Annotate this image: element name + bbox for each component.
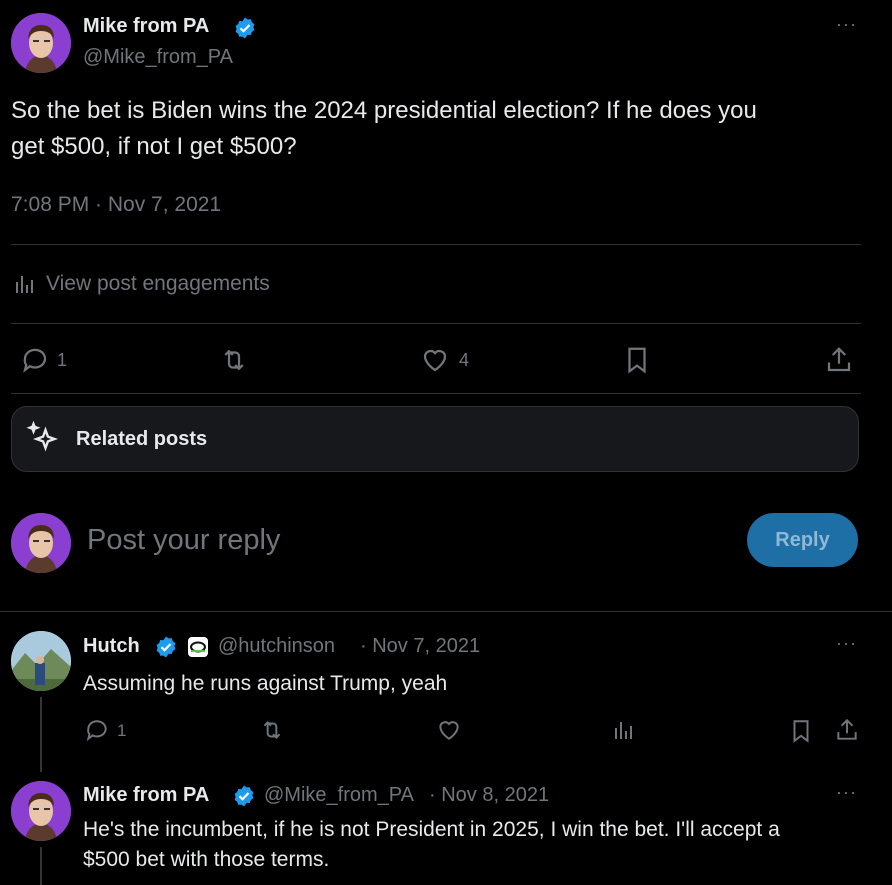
reply-avatar[interactable] (11, 781, 71, 841)
repost-icon[interactable] (258, 717, 286, 743)
repost-icon[interactable] (218, 345, 250, 375)
reply-text-line1: He's the incumbent, if he is not Preside… (83, 818, 780, 841)
more-options-icon[interactable]: ··· (836, 782, 857, 803)
main-post-avatar[interactable] (11, 13, 71, 73)
sparkle-icon (26, 421, 62, 457)
bookmark-icon[interactable] (788, 717, 814, 745)
analytics-icon[interactable] (13, 272, 37, 296)
related-posts-label: Related posts (76, 428, 208, 450)
composer-avatar (11, 513, 71, 573)
analytics-icon[interactable] (612, 718, 636, 742)
more-options-icon[interactable]: ··· (836, 633, 857, 654)
divider (0, 611, 892, 612)
reply-text: Assuming he runs against Trump, yeah (83, 672, 448, 695)
thread-line (40, 847, 42, 885)
share-icon[interactable] (834, 716, 860, 744)
reply-composer-input[interactable]: Post your reply (87, 524, 280, 557)
reply-avatar[interactable] (11, 631, 71, 691)
divider (11, 393, 861, 394)
reply-icon[interactable] (84, 717, 110, 743)
main-post-text-line2: get $500, if not I get $500? (11, 133, 297, 160)
reply-count: 1 (117, 721, 127, 740)
reply-author-name[interactable]: Hutch (83, 635, 140, 658)
thread-line (40, 697, 42, 772)
like-count: 4 (459, 350, 470, 370)
bookmark-icon[interactable] (622, 344, 652, 376)
main-post-author-handle[interactable]: @Mike_from_PA (83, 46, 233, 69)
verified-badge-icon (233, 16, 257, 40)
heart-icon[interactable] (420, 345, 450, 375)
more-options-icon[interactable]: ··· (836, 14, 857, 35)
verified-badge-icon (232, 784, 256, 808)
reply-author-handle[interactable]: @Mike_from_PA (264, 784, 414, 807)
reply-date[interactable]: · Nov 8, 2021 (429, 784, 549, 807)
divider (11, 244, 861, 245)
reply-button[interactable]: Reply (747, 513, 858, 567)
divider (11, 323, 861, 324)
share-icon[interactable] (824, 344, 854, 376)
optic-affiliate-icon[interactable] (187, 636, 209, 658)
view-engagements-link[interactable]: View post engagements (46, 272, 270, 296)
main-post-text-line1: So the bet is Biden wins the 2024 presid… (11, 97, 757, 124)
main-post-author-name[interactable]: Mike from PA (83, 15, 209, 38)
related-posts-card[interactable]: Related posts (11, 406, 859, 472)
reply-date[interactable]: · Nov 7, 2021 (360, 635, 480, 658)
reply-author-handle[interactable]: @hutchinson (218, 635, 335, 658)
reply-icon[interactable] (20, 345, 50, 375)
reply-author-name[interactable]: Mike from PA (83, 784, 209, 807)
reply-count: 1 (57, 350, 68, 370)
main-post-timestamp[interactable]: 7:08 PM · Nov 7, 2021 (11, 193, 221, 217)
heart-icon[interactable] (436, 717, 462, 743)
verified-badge-icon (154, 635, 178, 659)
reply-text-line2: $500 bet with those terms. (83, 848, 330, 871)
